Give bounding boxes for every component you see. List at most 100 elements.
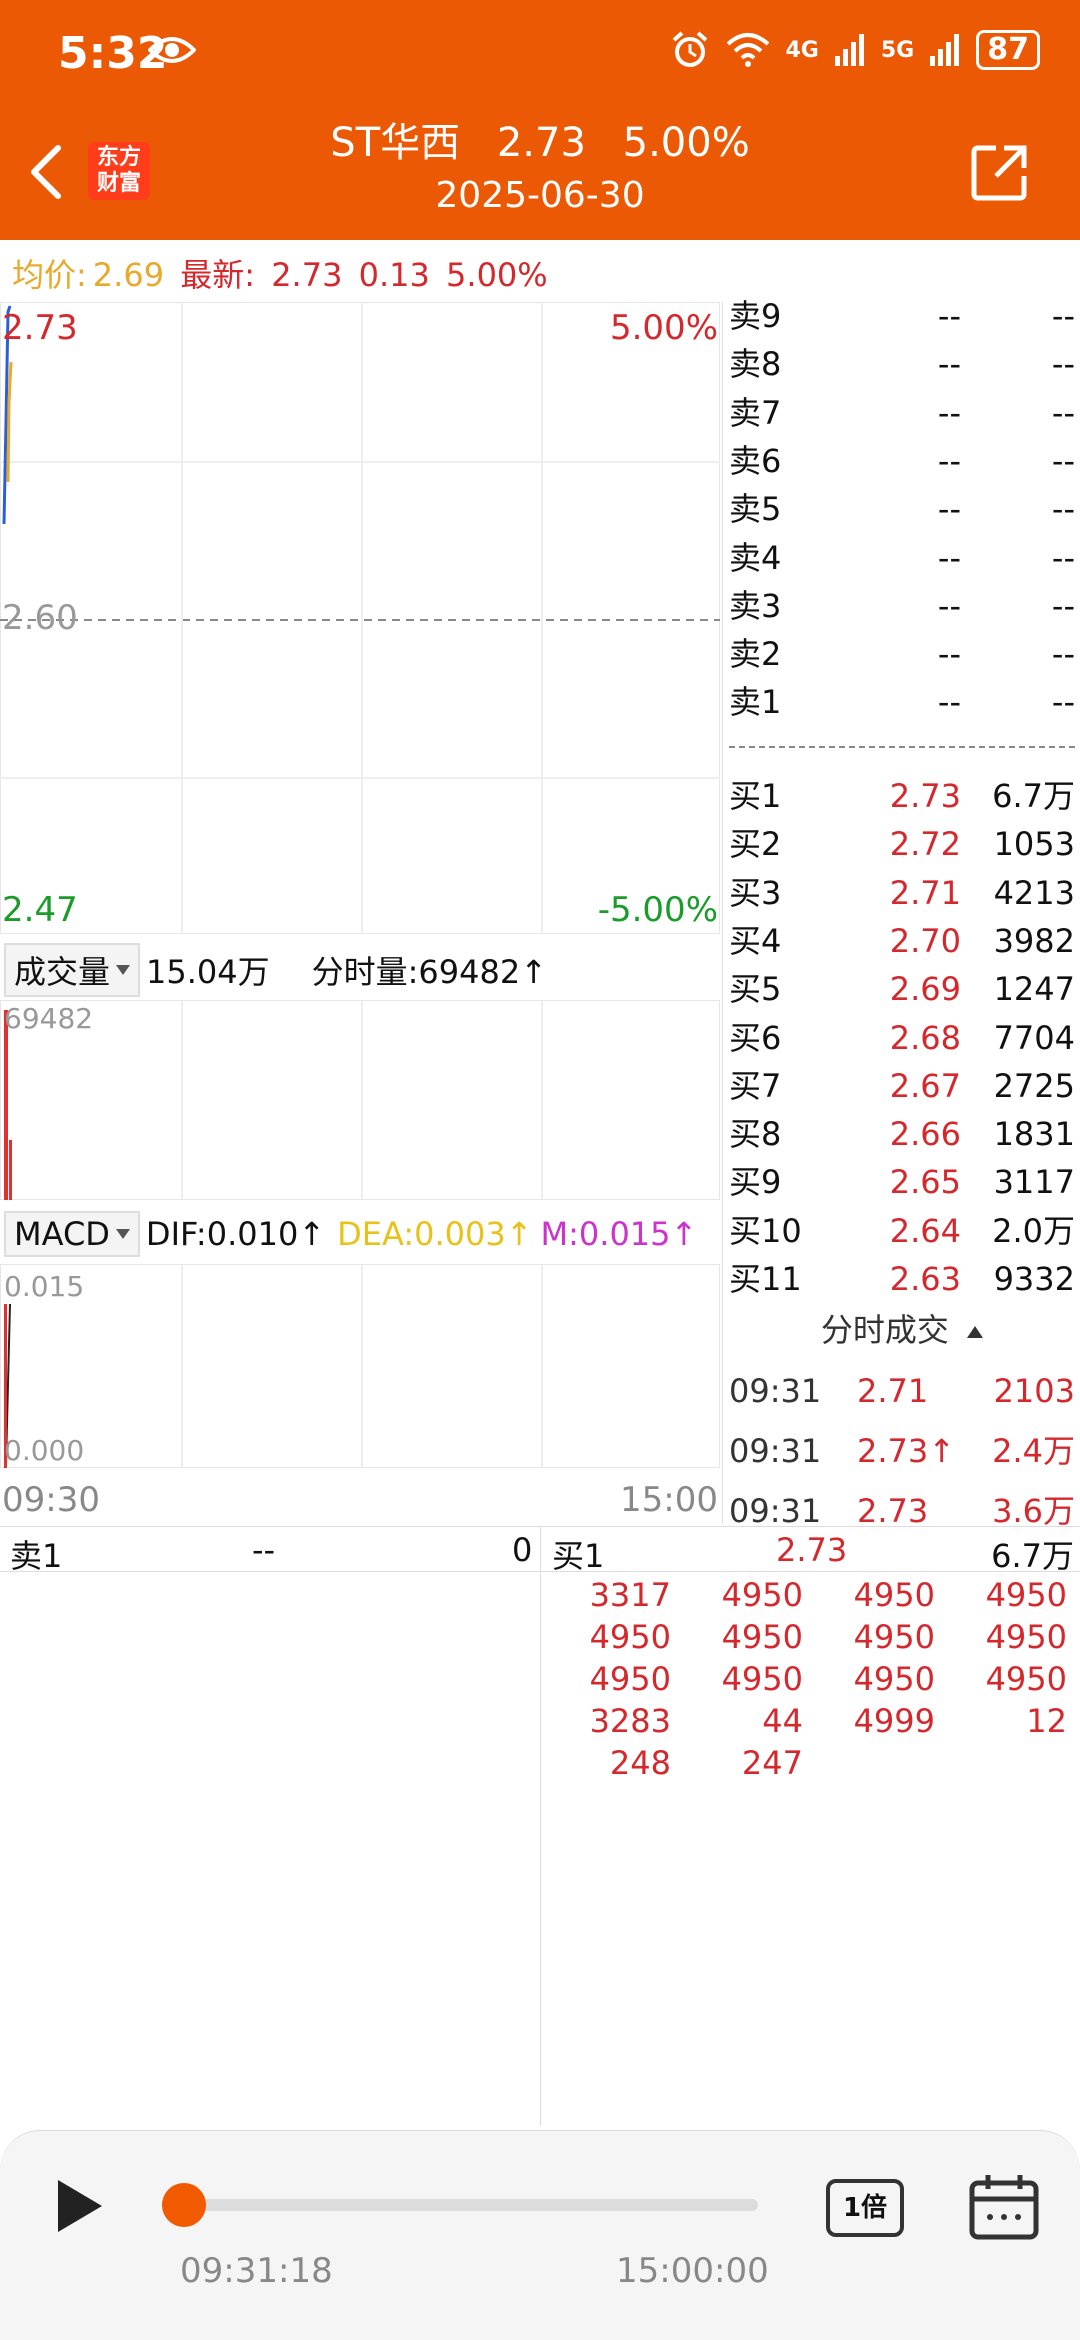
macd-chart[interactable]: 0.015 0.000 bbox=[0, 1263, 721, 1469]
tick-volume: 分时量:69482↑ bbox=[311, 953, 548, 991]
time-axis-end: 15:00 bbox=[620, 1480, 718, 1520]
order-volume: 3982 bbox=[993, 921, 1075, 960]
queue-row: 248 247 bbox=[545, 1742, 1075, 1784]
order-volume: 2.0万 bbox=[992, 1211, 1075, 1250]
queue-order-size: 44 bbox=[762, 1702, 803, 1740]
order-book: 卖9 -- -- 卖8 -- -- 卖7 -- -- 卖6 -- -- 卖5 -- -- 卖4 -- -- 卖3 --… bbox=[722, 297, 1080, 1530]
sell-order-row: 卖8 -- -- bbox=[723, 340, 1080, 388]
sell-order-row: 卖4 -- -- bbox=[723, 534, 1080, 582]
order-level-label: 卖4 bbox=[729, 538, 782, 577]
volume-indicator-dropdown[interactable]: 成交量 bbox=[4, 943, 141, 997]
collapse-up-icon bbox=[967, 1326, 984, 1338]
queue-order-size: 3317 bbox=[589, 1576, 671, 1614]
alarm-icon bbox=[672, 31, 707, 67]
order-price: -- bbox=[937, 441, 961, 480]
play-icon[interactable] bbox=[50, 2176, 110, 2236]
buy-queue-grid: 3317 4950 4950 4950 4950 4950 4950 4950 4950 4950… bbox=[545, 1574, 1075, 1784]
sell-order-row: 卖9 -- -- bbox=[723, 292, 1080, 340]
order-level-label: 卖2 bbox=[729, 635, 782, 674]
order-price: -- bbox=[937, 297, 961, 335]
order-level-label: 买2 bbox=[729, 825, 782, 864]
sell-order-row: 卖6 -- -- bbox=[723, 437, 1080, 485]
sell-order-row: 卖3 -- -- bbox=[723, 582, 1080, 630]
macd-dea: DEA:0.003↑ bbox=[337, 1215, 533, 1253]
tick-trade-vol: 2103 bbox=[993, 1372, 1075, 1410]
intraday-price-chart[interactable]: 2.73 5.00% 2.60 2.47 -5.00% bbox=[0, 301, 721, 935]
calendar-icon[interactable] bbox=[968, 2173, 1040, 2241]
sell-order-row: 卖2 -- -- bbox=[723, 630, 1080, 678]
pct-axis-top: 5.00% bbox=[609, 308, 718, 348]
top-bar: 5:32 4G 5G 87 东方 财富 ST华西 2.73 5.00% 2025… bbox=[0, 0, 1080, 240]
buy-queue-label: 买1 bbox=[552, 1537, 605, 1575]
queue-order-size bbox=[809, 1742, 941, 1784]
sell-order-row: 卖7 -- -- bbox=[723, 389, 1080, 437]
order-book-divider bbox=[729, 746, 1075, 748]
macd-m: M:0.015↑ bbox=[540, 1215, 698, 1253]
queue-row: 4950 4950 4950 4950 bbox=[545, 1616, 1075, 1658]
dropdown-arrow-icon bbox=[115, 1229, 130, 1239]
buy-order-row: 买1 2.73 6.7万 bbox=[723, 772, 1080, 820]
trade-date: 2025-06-30 bbox=[435, 175, 645, 216]
queue-order-size: 4950 bbox=[985, 1618, 1067, 1656]
eye-icon bbox=[148, 37, 196, 63]
replay-progress-knob[interactable] bbox=[162, 2183, 206, 2227]
order-volume: -- bbox=[1051, 683, 1075, 722]
time-axis-start: 09:30 bbox=[2, 1480, 100, 1520]
tick-trade-row: 09:31 2.73↑ 2.4万 bbox=[723, 1422, 1080, 1480]
tick-trade-row: 09:31 2.71 2103 bbox=[723, 1362, 1080, 1420]
tick-trades-header[interactable]: 分时成交 bbox=[723, 1302, 1080, 1358]
order-price: -- bbox=[937, 635, 961, 674]
queue-order-size: 4950 bbox=[985, 1576, 1067, 1614]
order-volume: -- bbox=[1051, 297, 1075, 335]
macd-indicator-dropdown[interactable]: MACD bbox=[4, 1211, 140, 1257]
sell-queue-price: -- bbox=[252, 1531, 276, 1569]
queue-order-size: 247 bbox=[741, 1744, 803, 1782]
stock-name: ST华西 bbox=[330, 120, 461, 166]
queue-order-size: 4950 bbox=[853, 1618, 935, 1656]
replay-player: 09:31:18 15:00:00 1倍 bbox=[0, 2130, 1080, 2340]
order-price: -- bbox=[937, 586, 961, 625]
buy-order-row: 买6 2.68 7704 bbox=[723, 1014, 1080, 1062]
volume-total: 15.04万 bbox=[146, 953, 270, 991]
order-volume: 1831 bbox=[993, 1115, 1075, 1154]
buy-order-row: 买5 2.69 1247 bbox=[723, 965, 1080, 1013]
replay-progress-track[interactable] bbox=[178, 2199, 758, 2211]
order-volume: 7704 bbox=[993, 1018, 1075, 1057]
macd-axis-max: 0.015 bbox=[4, 1270, 85, 1303]
price-change: 0.13 bbox=[358, 256, 430, 294]
order-volume: -- bbox=[1051, 490, 1075, 529]
queue-row: 3283 44 4999 12 bbox=[545, 1700, 1075, 1742]
queue-order-size: 4950 bbox=[589, 1660, 671, 1698]
queue-order-size: 4950 bbox=[589, 1618, 671, 1656]
order-level-label: 买3 bbox=[729, 873, 782, 912]
order-price: 2.71 bbox=[889, 873, 961, 912]
order-level-label: 买8 bbox=[729, 1115, 782, 1154]
buy-order-row: 买9 2.65 3117 bbox=[723, 1158, 1080, 1206]
share-icon[interactable] bbox=[970, 142, 1030, 202]
queue-order-size: 12 bbox=[1026, 1702, 1067, 1740]
status-icons: 4G 5G 87 bbox=[670, 30, 1040, 70]
order-price: 2.70 bbox=[889, 921, 961, 960]
order-volume: 6.7万 bbox=[992, 777, 1075, 815]
buy-order-row: 买4 2.70 3982 bbox=[723, 917, 1080, 965]
price-change-pct: 5.00% bbox=[446, 256, 548, 294]
dropdown-arrow-icon bbox=[116, 965, 131, 975]
macd-dif: DIF:0.010↑ bbox=[145, 1215, 326, 1253]
volume-chart[interactable]: 69482 bbox=[0, 999, 721, 1201]
battery-indicator: 87 bbox=[976, 30, 1040, 70]
order-volume: -- bbox=[1051, 538, 1075, 577]
order-level-label: 买9 bbox=[729, 1163, 782, 1202]
order-volume: -- bbox=[1051, 345, 1075, 384]
replay-speed-button[interactable]: 1倍 bbox=[826, 2179, 904, 2237]
order-level-label: 买10 bbox=[729, 1211, 802, 1250]
order-price: 2.63 bbox=[889, 1260, 961, 1298]
queue-order-size: 4950 bbox=[721, 1660, 803, 1698]
order-level-label: 卖3 bbox=[729, 586, 782, 625]
replay-current-time: 09:31:18 bbox=[180, 2251, 333, 2291]
order-volume: 2725 bbox=[993, 1066, 1075, 1105]
avg-price-value: 2.69 bbox=[92, 256, 165, 294]
order-volume: 1053 bbox=[993, 825, 1075, 864]
avg-price-line bbox=[6, 361, 13, 483]
network-5g-label: 5G bbox=[880, 37, 915, 63]
sell-order-row: 卖5 -- -- bbox=[723, 485, 1080, 533]
